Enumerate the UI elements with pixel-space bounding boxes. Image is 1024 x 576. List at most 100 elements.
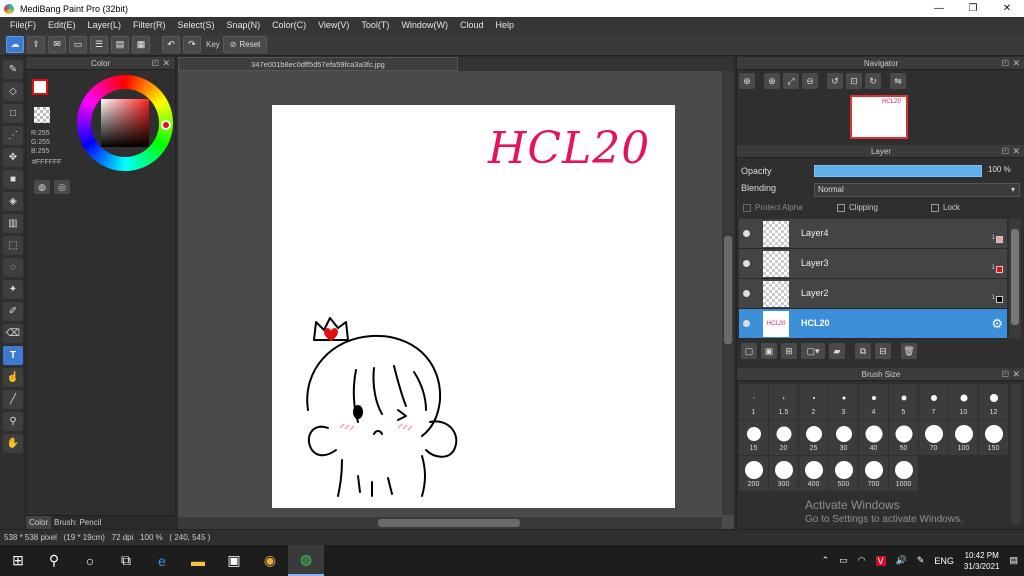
eyedropper-tool-icon[interactable]: ⚲ [3,412,23,431]
visibility-icon[interactable] [743,320,750,327]
pin-icon[interactable]: ◰ [1001,58,1009,67]
blending-select[interactable]: Normal [814,183,1020,197]
clipping-checkbox[interactable]: Clipping [837,203,878,212]
minimize-button[interactable]: — [922,0,956,17]
lock-checkbox[interactable]: Lock [931,203,960,212]
cortana-icon[interactable]: ○ [72,545,108,576]
grid-icon[interactable]: ▦ [132,36,150,53]
store-icon[interactable]: ▣ [216,545,252,576]
brush-size-option[interactable]: 100 [949,420,978,455]
brush-size-option[interactable]: 20 [769,420,798,455]
brush-size-option[interactable]: 300 [769,456,798,491]
menu-color[interactable]: Color(C) [266,17,312,34]
brush-size-option[interactable]: 1.5 [769,384,798,419]
protect-alpha-checkbox[interactable]: Protect Alpha [743,203,803,212]
task-view-icon[interactable]: ⧉ [108,545,144,576]
dot-tool-icon[interactable]: ⋰ [3,126,23,145]
brush-size-option[interactable]: 1 [739,384,768,419]
chevron-up-icon[interactable]: ⌃ [822,555,830,566]
menu-edit[interactable]: Edit(E) [42,17,82,34]
language-indicator[interactable]: ENG [934,556,954,566]
share-icon[interactable]: ⇪ [27,36,45,53]
menu-filter[interactable]: Filter(R) [127,17,172,34]
palette-add-icon[interactable]: ◎ [54,180,70,194]
volume-icon[interactable]: 🔊 [896,555,907,566]
brush-size-option[interactable]: 25 [799,420,828,455]
gear-icon[interactable]: ⚙ [991,316,1003,332]
select-pen-tool-icon[interactable]: ✐ [3,302,23,321]
fill-rect-tool-icon[interactable]: ■ [3,170,23,189]
brush-scrollbar[interactable] [1011,384,1021,524]
layer-row-layer4[interactable]: Layer4 1 [739,219,1007,249]
transparent-color-swatch[interactable] [34,107,50,123]
layer-row-layer3[interactable]: Layer3 1 [739,249,1007,279]
flip-icon[interactable]: ⇋ [890,73,906,89]
zoom-out-icon[interactable]: ⊖ [802,73,818,89]
search-icon[interactable]: ⚲ [36,545,72,576]
menu-snap[interactable]: Snap(N) [221,17,267,34]
brush-size-option[interactable]: 400 [799,456,828,491]
brush-size-option[interactable]: 10 [949,384,978,419]
file-explorer-icon[interactable]: ▬ [180,545,216,576]
brush-tool-icon[interactable]: ✎ [3,60,23,79]
menu-tool[interactable]: Tool(T) [355,17,395,34]
brush-size-option[interactable]: 70 [919,420,948,455]
foreground-color-swatch[interactable] [32,79,48,95]
close-icon[interactable]: ✕ [162,58,170,69]
folder-icon[interactable]: ▰ [829,343,845,359]
tab-brush[interactable]: Brush: Pencil [51,516,104,529]
menu-window[interactable]: Window(W) [395,17,454,34]
add-layer-dropdown-icon[interactable]: ▢▾ [801,343,825,359]
magic-wand-tool-icon[interactable]: ✦ [3,280,23,299]
move-tool-icon[interactable]: ✥ [3,148,23,167]
brush-size-option[interactable]: 4 [859,384,888,419]
text-tool-icon[interactable]: T [3,346,23,365]
redo-icon[interactable]: ↷ [183,36,201,53]
pin-icon[interactable]: ◰ [151,58,159,67]
navigator-thumbnail[interactable]: HCL20 [850,95,908,139]
menu-view[interactable]: View(V) [312,17,355,34]
menu-file[interactable]: File(F) [4,17,42,34]
brush-size-option[interactable]: 30 [829,420,858,455]
reset-button[interactable]: ⊘ Reset [222,36,268,53]
close-icon[interactable]: ✕ [1012,369,1020,380]
new-halftone-layer-icon[interactable]: ▣ [761,343,777,359]
close-button[interactable]: ✕ [990,0,1024,17]
cloud-icon[interactable]: ☁ [6,36,24,53]
edge-icon[interactable]: e [144,545,180,576]
brush-size-option[interactable]: 3 [829,384,858,419]
medibang-app-icon[interactable]: ◍ [288,545,324,576]
zoom-fit-icon[interactable]: ⊕ [739,73,755,89]
layer-scrollbar[interactable] [1009,219,1021,339]
battery-icon[interactable]: ▭ [839,555,848,566]
fit-window-icon[interactable]: ⤢ [783,73,799,89]
canvas-area[interactable]: 347e001b8ec0dff5d57efa59fca3a3fc.jpg HCL… [178,57,734,529]
canvas[interactable]: HCL20 [272,105,675,508]
visibility-icon[interactable] [743,260,750,267]
rectangle-tool-icon[interactable]: □ [3,104,23,123]
brush-size-option[interactable]: 1000 [889,456,918,491]
color-wheel[interactable] [77,75,173,171]
message-icon[interactable]: ▭ [69,36,87,53]
list-icon[interactable]: ▤ [111,36,129,53]
undo-icon[interactable]: ↶ [162,36,180,53]
windows-start-icon[interactable]: ⊞ [0,545,36,576]
layer-row-layer2[interactable]: Layer2 1 [739,279,1007,309]
rotate-left-icon[interactable]: ↺ [827,73,843,89]
opacity-slider[interactable] [814,165,982,177]
brush-size-option[interactable]: 2 [799,384,828,419]
brush-size-option[interactable]: 12 [979,384,1008,419]
brush-size-option[interactable]: 7 [919,384,948,419]
brush-size-option[interactable]: 40 [859,420,888,455]
new-layer-icon[interactable]: ▢ [741,343,757,359]
vpn-icon[interactable]: V [875,555,886,566]
document-icon[interactable]: ☰ [90,36,108,53]
duplicate-layer-icon[interactable]: ⧉ [855,343,871,359]
brush-size-option[interactable]: 500 [829,456,858,491]
menu-cloud[interactable]: Cloud [454,17,490,34]
merge-layer-icon[interactable]: ⊟ [875,343,891,359]
rotate-right-icon[interactable]: ↻ [865,73,881,89]
visibility-icon[interactable] [743,290,750,297]
comment-icon[interactable]: ✉ [48,36,66,53]
divide-tool-icon[interactable]: ╱ [3,390,23,409]
